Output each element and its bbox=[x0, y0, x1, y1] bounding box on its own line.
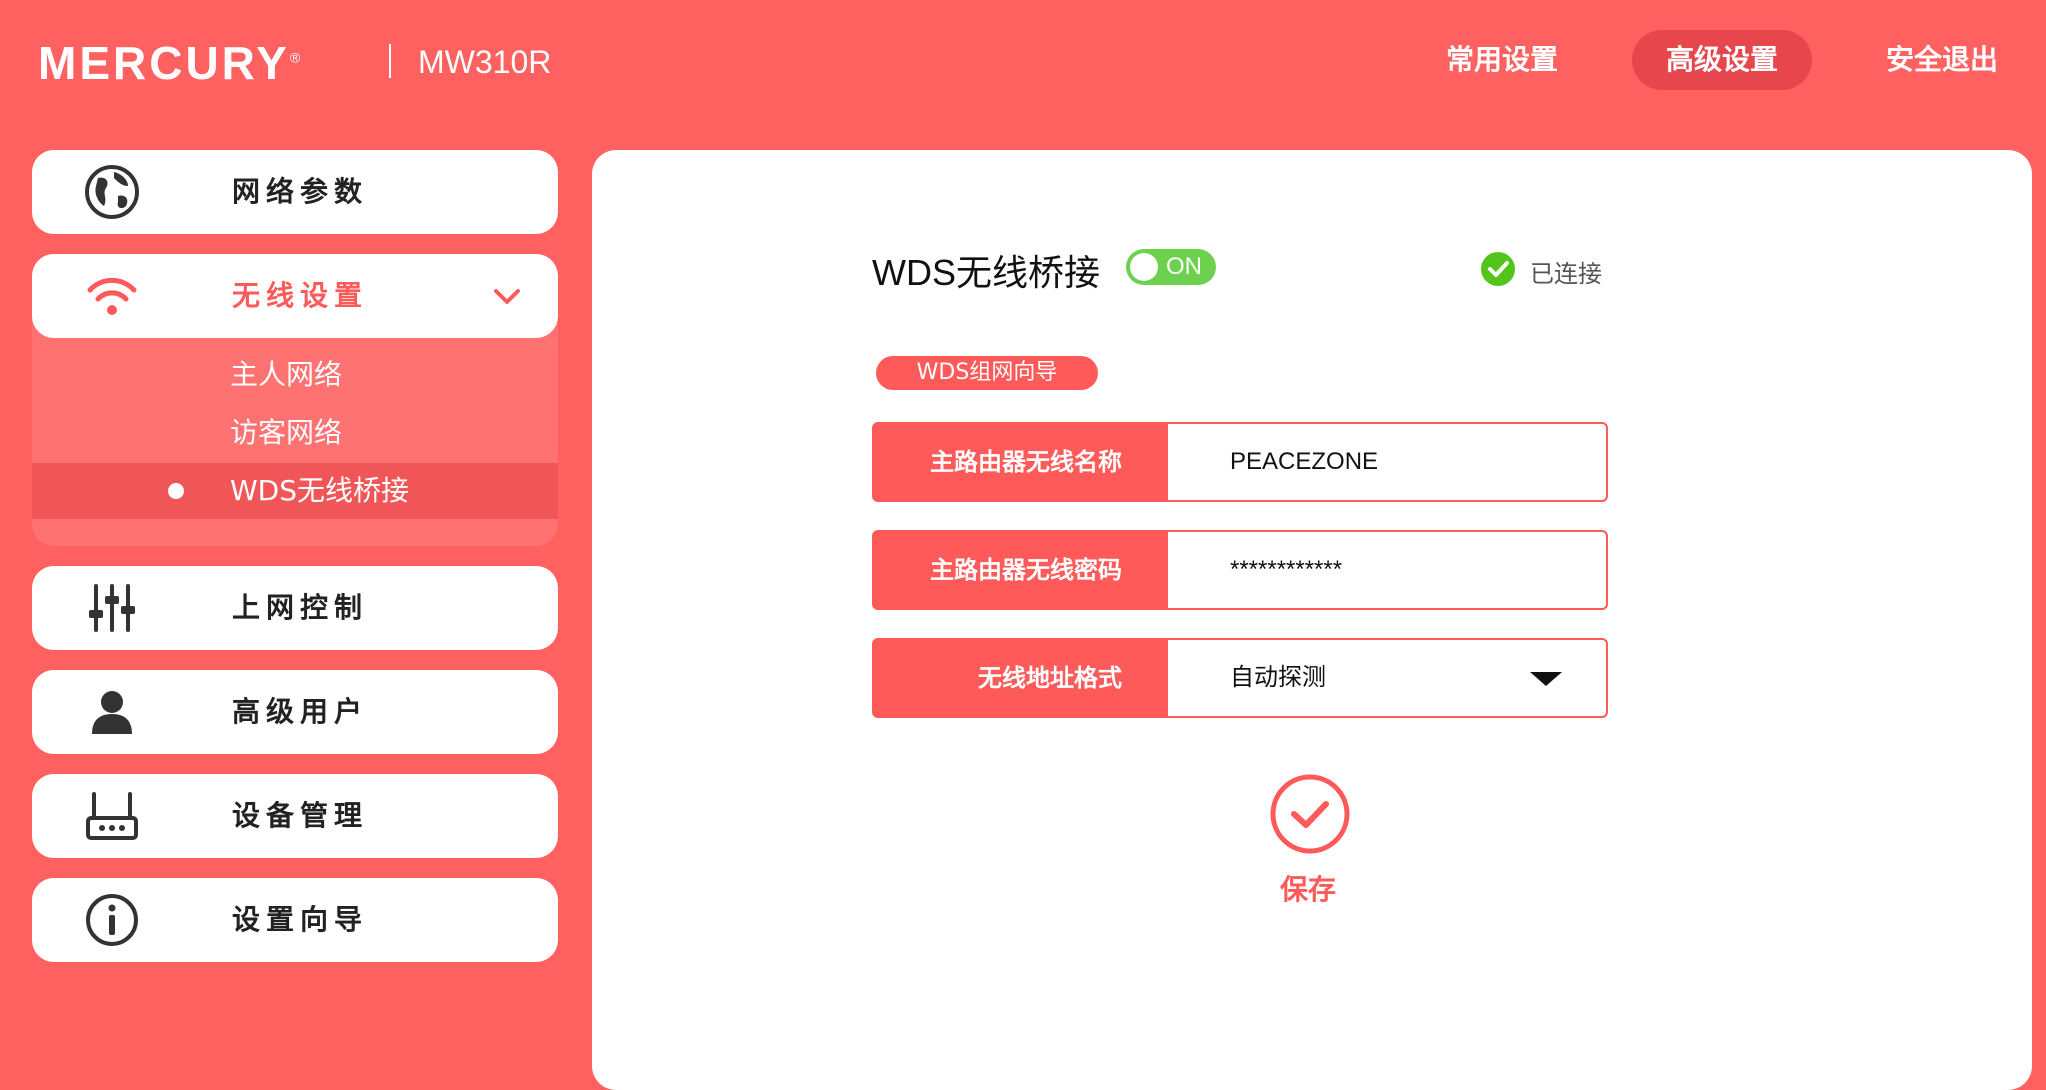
active-dot-icon bbox=[168, 483, 184, 499]
connection-status: 已连接 bbox=[1530, 260, 1602, 288]
sidebar-item-label: 无线设置 bbox=[232, 279, 369, 312]
save-check-icon[interactable] bbox=[1270, 774, 1350, 854]
sidebar-subitem-wds[interactable]: WDS无线桥接 bbox=[32, 463, 558, 519]
field-label: 无线地址格式 bbox=[874, 640, 1168, 716]
model-name: MW310R bbox=[418, 44, 552, 80]
sidebar-item-internet-control[interactable]: 上网控制 bbox=[32, 566, 558, 650]
toggle-knob bbox=[1130, 253, 1158, 281]
mercury-logo: MERCURY® bbox=[38, 37, 304, 89]
sliders-icon bbox=[89, 584, 135, 632]
address-format-field: 无线地址格式 自动探测 bbox=[872, 638, 1608, 718]
logo-divider bbox=[389, 44, 391, 78]
host-password-field: 主路由器无线密码 ************ bbox=[872, 530, 1608, 610]
nav-logout[interactable]: 安全退出 bbox=[1886, 30, 1998, 90]
main-panel bbox=[592, 150, 2032, 1090]
host-ssid-field: 主路由器无线名称 PEACEZONE bbox=[872, 422, 1608, 502]
sidebar-item-wireless[interactable]: 无线设置 bbox=[32, 254, 558, 338]
page-title: WDS无线桥接 bbox=[872, 252, 1100, 293]
nav-advanced-settings[interactable]: 高级设置 bbox=[1632, 30, 1813, 90]
sidebar-item-label: 上网控制 bbox=[232, 591, 369, 624]
sidebar-item-device-management[interactable]: 设备管理 bbox=[32, 774, 558, 858]
sidebar-subitem-guest-network[interactable]: 访客网络 bbox=[32, 405, 558, 461]
sidebar-subitem-host-network[interactable]: 主人网络 bbox=[32, 347, 558, 403]
sidebar-item-label: 网络参数 bbox=[232, 175, 369, 208]
host-password-input[interactable]: ************ bbox=[1230, 532, 1342, 608]
wifi-icon bbox=[87, 277, 137, 315]
sidebar-item-label: 高级用户 bbox=[232, 695, 369, 728]
info-icon bbox=[86, 894, 138, 946]
sidebar-item-label: 设置向导 bbox=[232, 903, 369, 936]
chevron-down-icon bbox=[494, 289, 520, 304]
router-icon bbox=[86, 792, 138, 840]
field-label: 主路由器无线密码 bbox=[874, 532, 1168, 608]
sidebar-item-setup-wizard[interactable]: 设置向导 bbox=[32, 878, 558, 962]
sidebar-item-label: 设备管理 bbox=[232, 799, 369, 832]
wds-toggle[interactable]: ON bbox=[1126, 249, 1216, 285]
toggle-label: ON bbox=[1166, 253, 1202, 280]
globe-icon bbox=[85, 165, 139, 219]
host-ssid-input[interactable]: PEACEZONE bbox=[1230, 424, 1378, 500]
save-button[interactable]: 保存 bbox=[1280, 868, 1336, 908]
dropdown-arrow-icon[interactable] bbox=[1530, 672, 1562, 686]
address-format-select[interactable]: 自动探测 bbox=[1230, 640, 1326, 716]
field-label: 主路由器无线名称 bbox=[874, 424, 1168, 500]
user-icon bbox=[92, 691, 132, 734]
subitem-label: 主人网络 bbox=[230, 358, 343, 391]
nav-common-settings[interactable]: 常用设置 bbox=[1446, 30, 1558, 90]
wds-guide-button[interactable]: WDS组网向导 bbox=[876, 356, 1098, 390]
subitem-label: WDS无线桥接 bbox=[230, 474, 410, 507]
sidebar-item-network[interactable]: 网络参数 bbox=[32, 150, 558, 234]
subitem-label: 访客网络 bbox=[230, 416, 343, 449]
sidebar-item-advanced-users[interactable]: 高级用户 bbox=[32, 670, 558, 754]
check-circle-icon bbox=[1481, 252, 1515, 286]
